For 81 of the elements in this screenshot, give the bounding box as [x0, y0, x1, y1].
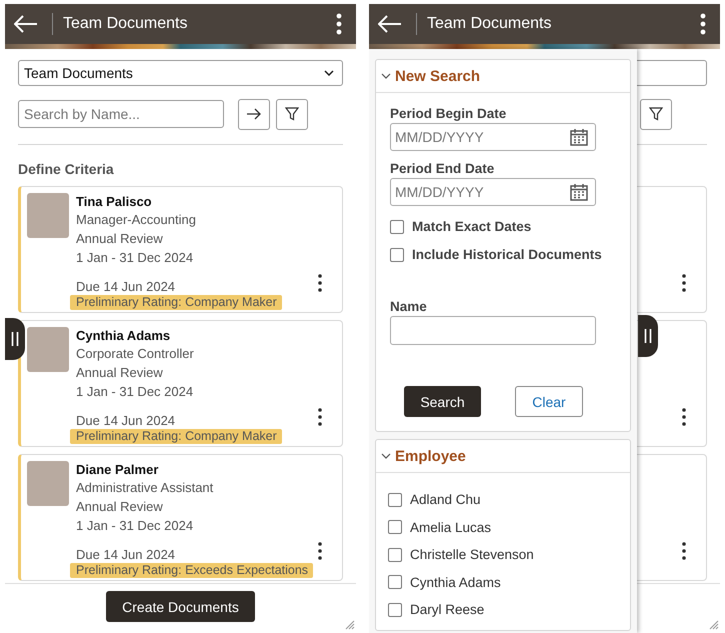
filter-button[interactable]	[640, 98, 672, 130]
job-title: Corporate Controller	[76, 345, 195, 363]
checkbox-label: Christelle Stevenson	[410, 546, 534, 563]
search-field[interactable]: Search by Name...	[18, 100, 224, 128]
checkbox-label: Include Historical Documents	[412, 246, 602, 263]
checkbox-label: Cynthia Adams	[410, 574, 501, 590]
checkbox[interactable]	[388, 575, 402, 589]
search-button[interactable]: Search	[404, 386, 481, 417]
panel-handle[interactable]	[638, 315, 658, 357]
pause-bars-icon	[644, 329, 652, 343]
more-options-icon[interactable]	[700, 13, 706, 35]
calendar-icon[interactable]	[570, 183, 588, 201]
field-label: Period Begin Date	[390, 106, 506, 122]
document-type: Annual Review	[76, 498, 164, 516]
document-card[interactable]: Diane Palmer Administrative Assistant Annual Review 1 Jan - 31 Dec 2024 Due 14 Jun 2024 Preliminary Rating: Exceeds Expectations	[18, 454, 343, 581]
review-period: 1 Jan - 31 Dec 2024	[76, 517, 194, 535]
field-label: Period End Date	[390, 161, 494, 177]
rating-badge: Preliminary Rating: Company Maker	[70, 429, 282, 444]
back-arrow-icon[interactable]	[378, 15, 402, 33]
job-title: Manager-Accounting	[76, 211, 197, 229]
job-title: Administrative Assistant	[76, 479, 214, 497]
filter-icon	[649, 107, 663, 121]
employee-name: Cynthia Adams	[76, 327, 172, 344]
rating-badge: Preliminary Rating: Company Maker	[70, 295, 282, 310]
chevron-down-icon	[324, 70, 334, 76]
page-title: Team Documents	[63, 15, 188, 33]
document-type: Annual Review	[76, 230, 164, 248]
more-options-icon[interactable]	[318, 542, 322, 560]
document-card[interactable]: Tina Palisco Manager-Accounting Annual Review 1 Jan - 31 Dec 2024 Due 14 Jun 2024 Preliminary Rating: Company Maker	[18, 186, 343, 313]
checkbox[interactable]	[390, 220, 404, 234]
due-date: Due 14 Jun 2024	[76, 546, 176, 563]
rating-badge: Preliminary Rating: Exceeds Expectations	[70, 563, 314, 578]
section-title: New Search	[395, 68, 480, 84]
pause-bars-icon	[11, 332, 19, 346]
due-date: Due 14 Jun 2024	[76, 412, 176, 429]
employee-name: Diane Palmer	[76, 461, 160, 478]
section-header[interactable]: Employee	[376, 440, 630, 473]
checkbox-label: Match Exact Dates	[412, 218, 532, 235]
checkbox-label: Adland Chu	[410, 491, 481, 508]
arrow-right-icon	[247, 108, 261, 120]
due-date: Due 14 Jun 2024	[76, 278, 176, 295]
resize-grip-icon[interactable]	[709, 620, 719, 630]
filter-button[interactable]	[276, 98, 308, 130]
photo-placeholder	[27, 461, 69, 506]
filter-icon	[285, 107, 299, 121]
document-card[interactable]: Cynthia Adams Corporate Controller Annual Review 1 Jan - 31 Dec 2024 Due 14 Jun 2024 Preliminary Rating: Company Maker	[18, 320, 343, 447]
checkbox[interactable]	[390, 248, 404, 262]
date-field[interactable]: MM/DD/YYYY	[390, 178, 596, 206]
more-options-icon[interactable]	[318, 408, 322, 426]
clear-button[interactable]: Clear	[515, 386, 583, 417]
checkbox[interactable]	[388, 492, 402, 506]
more-options-icon[interactable]	[682, 408, 686, 426]
checkbox[interactable]	[388, 602, 402, 616]
more-options-icon[interactable]	[682, 274, 686, 292]
panel-handle[interactable]	[5, 318, 25, 360]
review-period: 1 Jan - 31 Dec 2024	[76, 383, 194, 401]
photo-placeholder	[27, 327, 69, 372]
go-button[interactable]	[238, 98, 270, 130]
photo-placeholder	[27, 193, 69, 238]
create-documents-button[interactable]: Create Documents	[106, 591, 255, 622]
review-period: 1 Jan - 31 Dec 2024	[76, 249, 194, 267]
resize-grip-icon[interactable]	[345, 620, 355, 630]
checkbox-label: Amelia Lucas	[410, 518, 492, 536]
section-title: Employee	[395, 448, 466, 464]
section-title: Define Criteria	[18, 160, 115, 178]
calendar-icon[interactable]	[570, 128, 588, 146]
checkbox[interactable]	[388, 548, 402, 562]
name-field[interactable]	[390, 316, 596, 345]
section-header[interactable]: New Search	[376, 60, 630, 93]
back-arrow-icon[interactable]	[14, 15, 38, 33]
checkbox[interactable]	[388, 520, 402, 534]
more-options-icon[interactable]	[318, 274, 322, 292]
field-label: Name	[390, 299, 427, 315]
more-options-icon[interactable]	[336, 13, 342, 35]
checkbox-label: Daryl Reese	[410, 601, 484, 618]
date-field[interactable]: MM/DD/YYYY	[390, 123, 596, 151]
more-options-icon[interactable]	[682, 542, 686, 560]
view-dropdown[interactable]: Team Documents	[18, 60, 343, 86]
document-type: Annual Review	[76, 364, 164, 382]
page-title: Team Documents	[427, 15, 552, 33]
employee-name: Tina Palisco	[76, 193, 153, 210]
